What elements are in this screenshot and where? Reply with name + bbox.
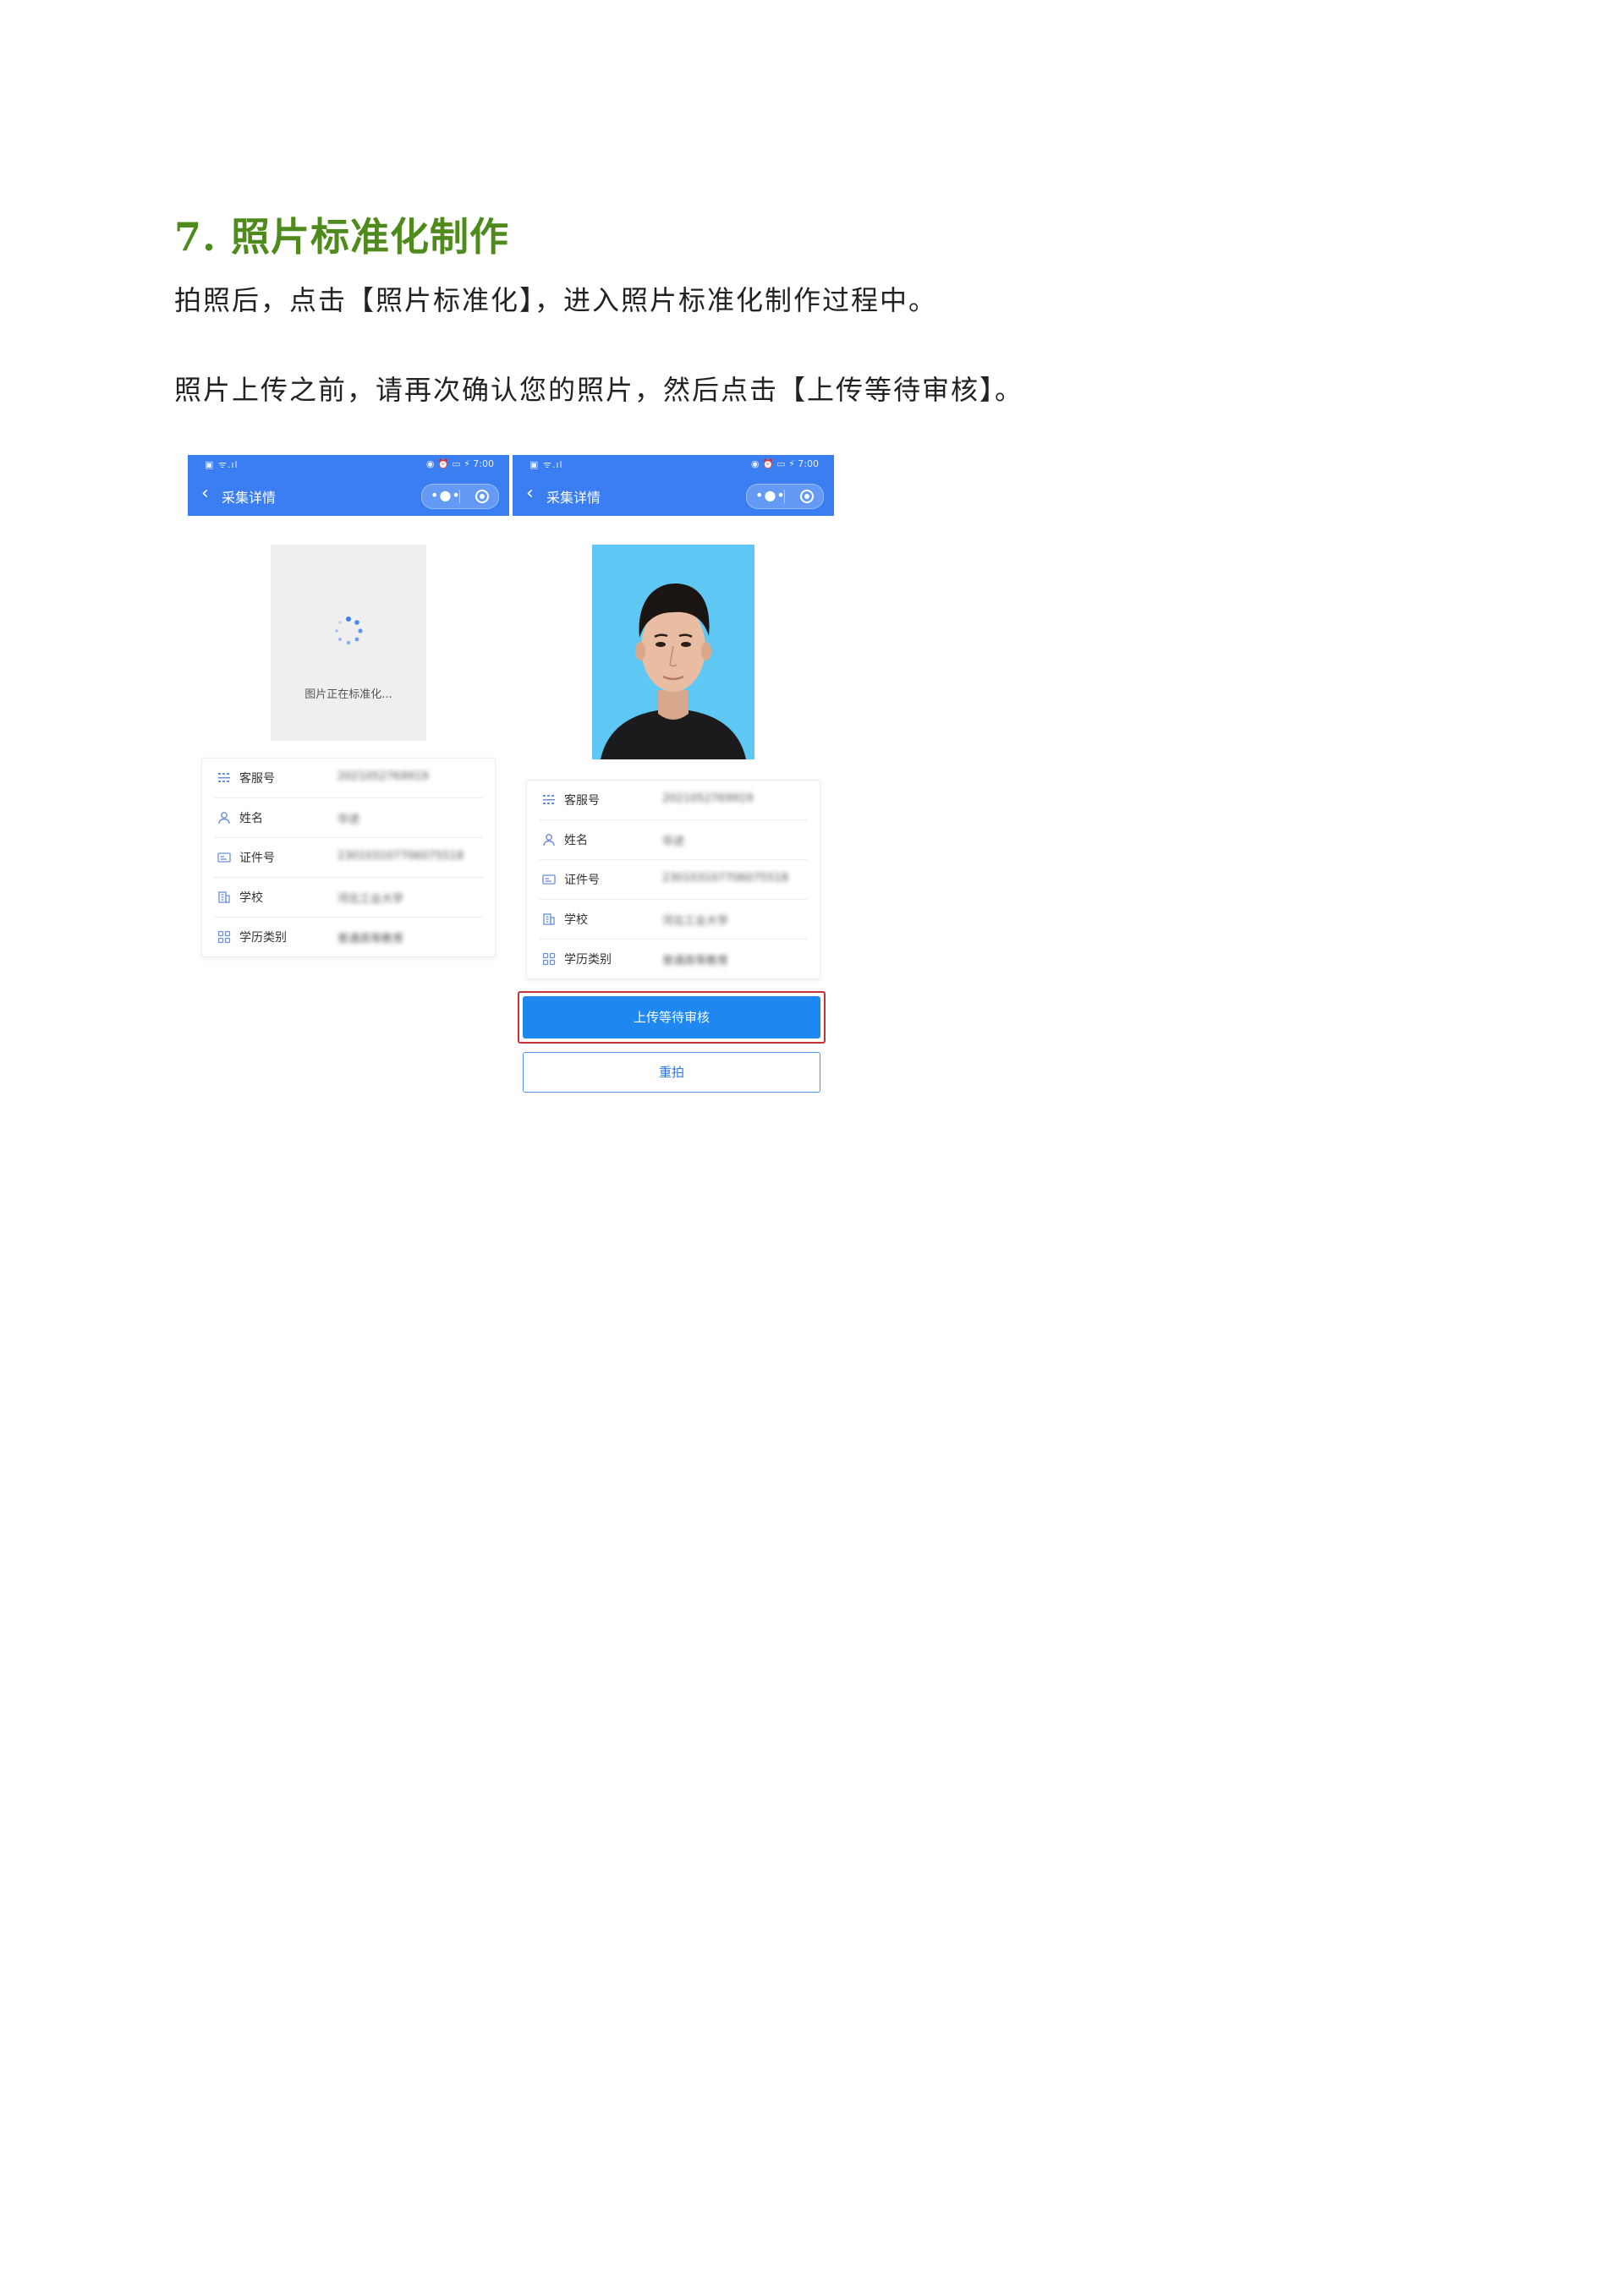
- info-card: 客服号 2021052769919 姓名 华述 证件号 230103107706…: [526, 780, 820, 979]
- apps-icon: [217, 930, 231, 944]
- retake-button[interactable]: 重拍: [523, 1052, 820, 1093]
- row-value: 230103107706075518: [337, 850, 464, 863]
- info-row: 证件号 230103107706075518: [214, 838, 483, 878]
- loading-spinner-icon: [335, 616, 363, 645]
- info-row: 客服号 2021052769919: [214, 759, 483, 798]
- section-heading: 7. 照片标准化制作: [174, 214, 510, 260]
- info-row: 学校 河北工业大学: [214, 878, 483, 918]
- signal-icon: ▣ ᯤ.ıl: [529, 459, 563, 470]
- row-label: 证件号: [239, 852, 275, 865]
- row-label: 学校: [239, 891, 263, 905]
- instruction-paragraph-1: 拍照后，点击【照片标准化】，进入照片标准化制作过程中。: [174, 284, 938, 316]
- status-icons: ◉ ⏰ ▭ ⚡: [750, 458, 798, 469]
- standardized-id-photo: [592, 545, 754, 759]
- back-arrow-icon[interactable]: ‹: [526, 485, 534, 503]
- row-label: 学历类别: [564, 953, 612, 967]
- row-value: 普通高等教育: [662, 955, 729, 967]
- capsule-divider: [459, 490, 460, 503]
- row-value: 2021052769919: [337, 770, 429, 783]
- close-circle-icon[interactable]: [800, 490, 814, 503]
- row-value: 华述: [662, 836, 685, 848]
- status-bar: ▣ ᯤ.ıl ◉ ⏰ ▭ ⚡ 7:00: [513, 455, 834, 474]
- status-time: ◉ ⏰ ▭ ⚡ 7:00: [425, 458, 494, 469]
- back-arrow-icon[interactable]: ‹: [201, 485, 209, 503]
- info-row: 姓名 华述: [214, 798, 483, 838]
- info-row: 学历类别 普通高等教育: [539, 940, 808, 978]
- photo-placeholder: 图片正在标准化...: [271, 545, 426, 741]
- grid-list-icon: [543, 795, 555, 804]
- status-icons: ◉ ⏰ ▭ ⚡: [425, 458, 474, 469]
- more-dots-icon[interactable]: •●•: [755, 487, 786, 503]
- portrait-image: [592, 545, 754, 759]
- loading-text: 图片正在标准化...: [304, 688, 392, 701]
- row-value: 河北工业大学: [662, 915, 729, 928]
- row-label: 客服号: [239, 772, 275, 786]
- id-card-icon: [542, 874, 556, 885]
- more-dots-icon[interactable]: •●•: [431, 487, 461, 503]
- upload-for-review-button[interactable]: 上传等待审核: [523, 996, 820, 1038]
- grid-list-icon: [218, 773, 230, 782]
- info-row: 证件号 230103107706075518: [539, 860, 808, 900]
- info-row: 学校 河北工业大学: [539, 900, 808, 940]
- info-row: 学历类别 普通高等教育: [214, 918, 483, 956]
- capsule-divider: [784, 490, 785, 503]
- miniprogram-capsule: •●•: [746, 484, 824, 509]
- upload-button-highlight: 上传等待审核: [518, 991, 826, 1044]
- info-row: 客服号 2021052769919: [539, 781, 808, 820]
- id-card-icon: [217, 852, 231, 863]
- info-card: 客服号 2021052769919 姓名 华述 证件号 230103107706…: [201, 758, 496, 957]
- row-value: 230103107706075518: [662, 872, 788, 885]
- miniprogram-capsule: •●•: [421, 484, 499, 509]
- row-label: 姓名: [239, 812, 263, 825]
- row-label: 客服号: [564, 794, 600, 808]
- nav-title: 采集详情: [222, 490, 277, 506]
- user-icon: [543, 834, 555, 847]
- nav-title: 采集详情: [546, 490, 601, 506]
- close-circle-icon[interactable]: [475, 490, 489, 503]
- user-icon: [218, 812, 230, 825]
- row-label: 证件号: [564, 874, 600, 887]
- status-bar: ▣ ᯤ.ıl ◉ ⏰ ▭ ⚡ 7:00: [188, 455, 509, 474]
- row-value: 华述: [337, 814, 360, 826]
- right-phone-screenshot: ▣ ᯤ.ıl ◉ ⏰ ▭ ⚡ 7:00 ‹ 采集详情 •●• 客服号 20210…: [513, 455, 834, 1098]
- row-value: 2021052769919: [662, 792, 754, 805]
- row-value: 普通高等教育: [337, 933, 404, 945]
- building-icon: [543, 913, 555, 925]
- building-icon: [218, 891, 230, 903]
- row-label: 姓名: [564, 834, 588, 847]
- row-value: 河北工业大学: [337, 893, 404, 906]
- status-time: ◉ ⏰ ▭ ⚡ 7:00: [750, 458, 819, 469]
- nav-bar: ‹ 采集详情 •●•: [513, 474, 834, 516]
- info-row: 姓名 华述: [539, 820, 808, 860]
- signal-icon: ▣ ᯤ.ıl: [205, 459, 239, 470]
- row-label: 学校: [564, 913, 588, 927]
- left-phone-screenshot: ▣ ᯤ.ıl ◉ ⏰ ▭ ⚡ 7:00 ‹ 采集详情 •●• 图片正在标准化..…: [188, 455, 509, 1098]
- row-label: 学历类别: [239, 931, 287, 945]
- nav-bar: ‹ 采集详情 •●•: [188, 474, 509, 516]
- apps-icon: [542, 952, 556, 966]
- instruction-paragraph-2: 照片上传之前，请再次确认您的照片，然后点击【上传等待审核】。: [174, 374, 1024, 406]
